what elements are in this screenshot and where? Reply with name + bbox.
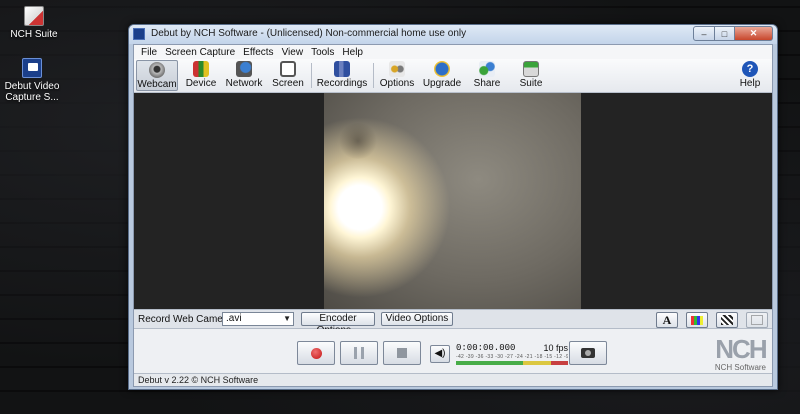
screen-icon bbox=[280, 61, 296, 77]
toolbar-separator bbox=[373, 63, 374, 88]
desktop-icon-label: Debut Video Capture S... bbox=[4, 81, 60, 103]
device-label: Device bbox=[185, 78, 217, 89]
nch-logo-subtitle: NCH Software bbox=[714, 363, 766, 372]
volume-button[interactable]: ◀) bbox=[430, 345, 450, 363]
suite-button[interactable]: Suite bbox=[512, 60, 550, 91]
pause-button[interactable] bbox=[340, 341, 378, 365]
toolbar-separator bbox=[311, 63, 312, 88]
window-title: Debut by NCH Software - (Unlicensed) Non… bbox=[151, 28, 467, 39]
record-icon bbox=[310, 347, 322, 359]
debut-app-icon bbox=[22, 58, 42, 78]
debut-window: Debut by NCH Software - (Unlicensed) Non… bbox=[128, 24, 778, 390]
window-client: File Screen Capture Effects View Tools H… bbox=[133, 44, 773, 387]
share-icon bbox=[479, 61, 495, 77]
frame-rate: 10 fps bbox=[543, 343, 568, 353]
video-options-button[interactable]: Video Options bbox=[381, 312, 453, 326]
webcam-icon bbox=[149, 62, 165, 78]
pause-icon bbox=[354, 347, 364, 359]
format-select[interactable]: .avi ▼ bbox=[222, 312, 294, 326]
webcam-button[interactable]: Webcam bbox=[136, 60, 178, 91]
screen-button[interactable]: Screen bbox=[268, 60, 308, 91]
recording-controls: ◀) 0:00:00.000 10 fps -42 -39 -36 -33 -3… bbox=[134, 329, 772, 373]
network-icon bbox=[236, 61, 252, 77]
format-value: .avi bbox=[226, 313, 242, 324]
options-button[interactable]: Options bbox=[376, 60, 418, 91]
device-button[interactable]: Device bbox=[182, 60, 220, 91]
stop-button[interactable] bbox=[383, 341, 421, 365]
menu-help[interactable]: Help bbox=[339, 47, 368, 58]
menu-tools[interactable]: Tools bbox=[308, 47, 339, 58]
menu-file[interactable]: File bbox=[138, 47, 162, 58]
menu-bar: File Screen Capture Effects View Tools H… bbox=[134, 45, 772, 59]
chevron-down-icon: ▼ bbox=[283, 314, 291, 323]
nch-suite-icon bbox=[24, 6, 44, 26]
share-button[interactable]: Share bbox=[466, 60, 508, 91]
recordings-icon bbox=[334, 61, 350, 77]
preview-area bbox=[134, 93, 772, 309]
webcam-label: Webcam bbox=[137, 79, 177, 90]
camera-icon bbox=[581, 348, 595, 358]
menu-view[interactable]: View bbox=[279, 47, 309, 58]
nch-logo: NCH NCH Software bbox=[714, 334, 768, 372]
watermark-icon bbox=[751, 315, 763, 325]
color-bars-icon bbox=[691, 315, 703, 325]
text-overlay-icon: A bbox=[662, 312, 672, 327]
help-label: Help bbox=[739, 78, 761, 89]
video-effects-button[interactable] bbox=[716, 312, 738, 328]
meter-scale: -42 -39 -36 -33 -30 -27 -24 -21 -18 -15 … bbox=[456, 354, 568, 360]
menu-screen-capture[interactable]: Screen Capture bbox=[162, 47, 240, 58]
suite-label: Suite bbox=[519, 78, 543, 89]
record-button[interactable] bbox=[297, 341, 335, 365]
share-label: Share bbox=[473, 78, 501, 89]
meter-bar bbox=[456, 361, 568, 365]
device-icon bbox=[193, 61, 209, 77]
encoder-options-button[interactable]: Encoder Options... bbox=[301, 312, 375, 336]
network-button[interactable]: Network bbox=[222, 60, 266, 91]
desktop-icon-debut[interactable]: Debut Video Capture S... bbox=[2, 58, 62, 103]
speaker-icon: ◀) bbox=[434, 348, 446, 359]
text-overlay-button[interactable]: A bbox=[656, 312, 678, 328]
title-bar[interactable]: Debut by NCH Software - (Unlicensed) Non… bbox=[129, 25, 777, 44]
minimize-button[interactable]: – bbox=[693, 26, 715, 41]
color-adjust-button[interactable] bbox=[686, 312, 708, 328]
recording-time: 0:00:00.000 bbox=[456, 343, 516, 353]
nch-logo-mark: NCH bbox=[715, 334, 767, 364]
desktop-icon-label: NCH Suite bbox=[10, 29, 58, 40]
maximize-button[interactable]: □ bbox=[715, 26, 735, 41]
stop-icon bbox=[397, 348, 407, 358]
close-button[interactable]: ✕ bbox=[735, 26, 773, 41]
watermark-button[interactable] bbox=[746, 312, 768, 328]
recordings-button[interactable]: Recordings bbox=[314, 60, 370, 91]
screen-label: Screen bbox=[272, 78, 304, 89]
clapperboard-icon bbox=[721, 315, 733, 325]
suite-icon bbox=[523, 61, 539, 77]
status-bar: Debut v 2.22 © NCH Software bbox=[134, 373, 772, 386]
toolbar: Webcam Device Network Screen Recordings bbox=[134, 59, 772, 93]
webcam-video-feed bbox=[324, 93, 581, 309]
upgrade-icon bbox=[434, 61, 450, 77]
snapshot-button[interactable] bbox=[569, 341, 607, 365]
level-meter: 0:00:00.000 10 fps -42 -39 -36 -33 -30 -… bbox=[454, 343, 572, 371]
desktop-icon-nch-suite[interactable]: NCH Suite bbox=[4, 6, 64, 40]
network-label: Network bbox=[225, 78, 263, 89]
options-label: Options bbox=[379, 78, 415, 89]
upgrade-button[interactable]: Upgrade bbox=[420, 60, 464, 91]
upgrade-label: Upgrade bbox=[422, 78, 462, 89]
recordings-label: Recordings bbox=[316, 78, 368, 89]
window-app-icon bbox=[133, 28, 145, 40]
help-button[interactable]: ? Help bbox=[734, 60, 766, 91]
record-settings-bar: Record Web Camera as: .avi ▼ Encoder Opt… bbox=[134, 309, 772, 336]
help-icon: ? bbox=[742, 61, 758, 77]
options-icon bbox=[389, 61, 405, 77]
menu-effects[interactable]: Effects bbox=[240, 47, 278, 58]
